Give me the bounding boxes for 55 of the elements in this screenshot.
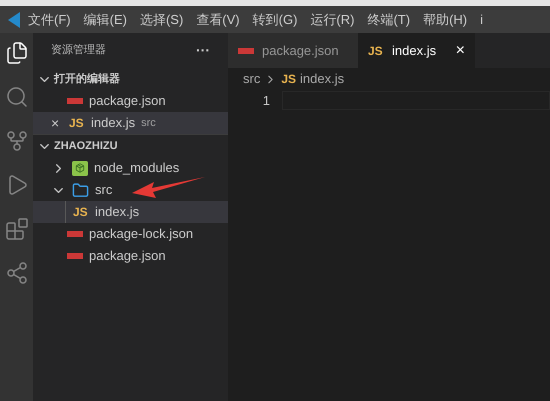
menu-item[interactable]: 转到(G) — [252, 10, 298, 30]
file-name: index.js — [91, 114, 136, 132]
close-icon[interactable]: × — [456, 38, 465, 62]
share-icon[interactable] — [4, 261, 28, 285]
editor-tab[interactable]: package.json — [228, 33, 358, 68]
files-icon[interactable] — [4, 41, 28, 65]
file-path: src — [141, 116, 156, 131]
tree-item[interactable]: package-lock.json — [33, 223, 228, 245]
npm-icon — [67, 253, 83, 259]
tree-item[interactable]: JS index.js — [33, 201, 228, 223]
menu-item[interactable]: 选择(S) — [140, 10, 184, 30]
breadcrumb-file[interactable]: index.js — [300, 69, 344, 89]
npm-icon — [238, 48, 254, 54]
sidebar-title: 资源管理器 — [51, 43, 106, 58]
js-icon: JS — [69, 114, 85, 132]
js-icon: JS — [73, 203, 89, 221]
app-logo-icon — [8, 12, 20, 28]
file-name: package-lock.json — [89, 225, 194, 244]
tree-item[interactable]: × JS index.js src — [33, 112, 228, 134]
menu-item[interactable]: 运行(R) — [310, 10, 354, 30]
section-title: 打开的编辑器 — [54, 72, 120, 87]
tree-item[interactable]: node_modules — [33, 157, 228, 179]
tree-item[interactable]: package.json — [33, 245, 228, 267]
section-header[interactable]: 打开的编辑器 — [33, 68, 228, 90]
menu-item[interactable]: 文件(F) — [28, 10, 71, 30]
tree-item[interactable]: src — [33, 179, 228, 201]
file-name: src — [95, 181, 112, 200]
npm-icon — [67, 98, 83, 104]
file-name: package.json — [89, 92, 166, 110]
npm-icon — [67, 231, 83, 237]
file-name: node_modules — [94, 159, 180, 178]
js-icon: JS — [281, 70, 296, 88]
search-icon[interactable] — [4, 85, 28, 109]
js-icon: JS — [368, 42, 384, 60]
branch-icon[interactable] — [4, 129, 28, 153]
node-folder-icon — [72, 160, 88, 176]
menu-item[interactable]: 编辑(E) — [84, 10, 127, 30]
tree-item[interactable]: package.json — [33, 90, 228, 112]
breadcrumb-folder[interactable]: src — [243, 69, 260, 89]
section-title: ZHAOZHIZU — [54, 138, 118, 154]
more-actions-button[interactable]: ··· — [196, 40, 210, 61]
close-icon[interactable]: × — [51, 112, 63, 134]
editor-tab[interactable]: JS index.js × — [358, 33, 475, 68]
section-header[interactable]: ZHAOZHIZU — [33, 135, 228, 157]
menu-item[interactable]: i — [480, 10, 484, 30]
tab-label: index.js — [392, 42, 436, 60]
menu-item[interactable]: 帮助(H) — [423, 10, 468, 30]
folder-icon — [72, 182, 89, 198]
tab-label: package.json — [262, 42, 339, 60]
file-name: package.json — [89, 247, 166, 266]
blocks-icon[interactable] — [4, 217, 28, 241]
menu-item[interactable]: 终端(T) — [367, 10, 410, 30]
file-name: index.js — [95, 203, 140, 222]
line-number: 1 — [262, 92, 271, 110]
menu-item[interactable]: 查看(V) — [196, 10, 240, 30]
